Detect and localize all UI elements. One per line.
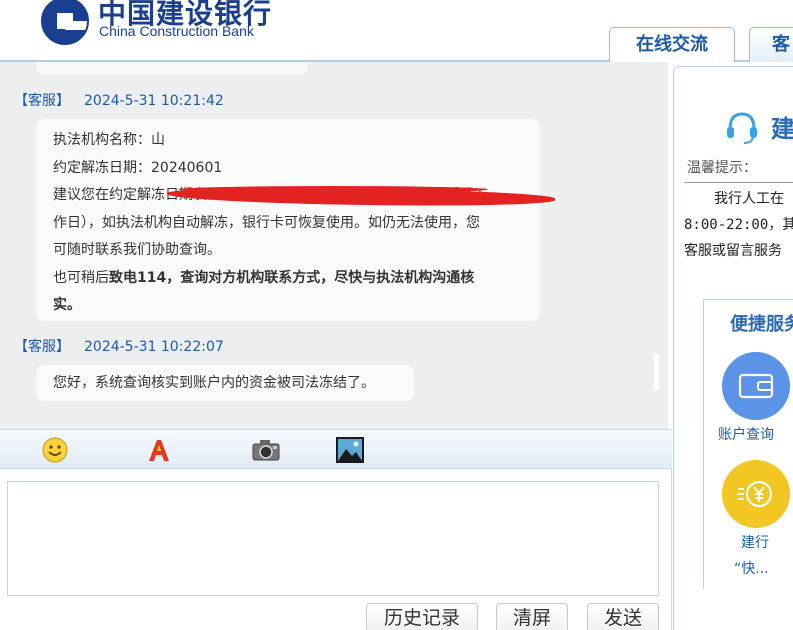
message-input[interactable]: [7, 481, 659, 596]
font-icon[interactable]: [145, 437, 173, 463]
tip-line: 我行人工在: [714, 191, 784, 207]
history-button[interactable]: 历史记录: [366, 603, 478, 630]
panel-title: 建: [771, 115, 793, 143]
image-icon[interactable]: [336, 437, 364, 463]
account-query-button[interactable]: [722, 352, 790, 420]
tab-online-chat[interactable]: 在线交流: [609, 27, 735, 62]
message-line: 作日），如执法机构自动解冻，银行卡可恢复使用。如仍无法使用，您: [53, 214, 480, 231]
wallet-icon: [738, 373, 774, 399]
header: 中国建设银行 China Construction Bank 在线交流 客: [0, 0, 793, 62]
chat-history[interactable]: 【客服】 2024-5-31 10:21:42 执法机构名称：山 约定解冻日期：2…: [0, 62, 668, 429]
message-header: 【客服】 2024-5-31 10:22:07: [14, 336, 224, 356]
camera-icon[interactable]: [252, 437, 280, 463]
headset-icon: [727, 112, 757, 144]
message-time: 2024-5-31 10:21:42: [84, 93, 224, 109]
chat-window: 中国建设银行 China Construction Bank 在线交流 客 【客…: [0, 0, 793, 630]
message-bold-text: 致电114，查询对方机构联系方式，尽快与执法机构沟通核: [109, 269, 475, 286]
tab-customer[interactable]: 客: [749, 27, 793, 62]
redaction-mark: [178, 186, 488, 193]
tip-label: 温馨提示：: [687, 160, 757, 176]
tip-line: 8:00-22:00，其: [684, 217, 793, 233]
message-bold-tail: 实。: [53, 297, 81, 313]
ccb-quick-button[interactable]: [722, 460, 790, 528]
tip-text: 我行人工在 8:00-22:00，其 客服或留言服务: [684, 186, 793, 264]
brand-name-en: China Construction Bank: [99, 23, 254, 39]
message-text: 也可稍后: [53, 269, 109, 286]
account-query-label[interactable]: 账户查询: [718, 424, 774, 444]
previous-bubble: [36, 62, 308, 75]
sender-label: 【客服】: [14, 93, 70, 109]
message-line: 可随时联系我们协助查询。: [53, 242, 221, 258]
ccb-quick-sublabel: “快...: [734, 561, 769, 577]
input-area: 历史记录 清屏 发送: [0, 469, 672, 630]
ccb-logo-icon: [41, 0, 89, 45]
message-time: 2024-5-31 10:22:07: [84, 339, 224, 355]
message-bubble: 执法机构名称：山 约定解冻日期：20240601 建议您在约定解冻日期次日尝试使…: [36, 119, 540, 321]
clear-button[interactable]: 清屏: [496, 603, 568, 630]
message-bubble: 您好，系统查询核实到账户内的资金被司法冻结了。: [36, 365, 414, 401]
quick-services: 便捷服务 账户查询 建行 “快...: [703, 299, 793, 589]
chat-toolbar: [0, 429, 672, 469]
smiley-icon[interactable]: [41, 437, 69, 463]
yuan-coin-icon: [737, 480, 773, 508]
quick-services-title: 便捷服务: [730, 314, 793, 335]
message-header: 【客服】 2024-5-31 10:21:42: [14, 90, 224, 110]
message-line: 执法机构名称：山: [53, 132, 165, 148]
ccb-quick-label[interactable]: 建行: [741, 532, 769, 552]
tip-divider: [684, 182, 793, 183]
message-line: 也可稍后致电114，查询对方机构联系方式，尽快与执法机构沟通核: [53, 265, 526, 293]
tip-line: 客服或留言服务: [684, 243, 782, 259]
sender-label: 【客服】: [14, 339, 70, 355]
message-line: 约定解冻日期：20240601: [53, 159, 223, 176]
right-panel: 建 温馨提示： 我行人工在 8:00-22:00，其 客服或留言服务 便捷服务 …: [673, 66, 793, 630]
scrollbar[interactable]: [654, 354, 659, 390]
send-button[interactable]: 发送: [587, 603, 659, 630]
